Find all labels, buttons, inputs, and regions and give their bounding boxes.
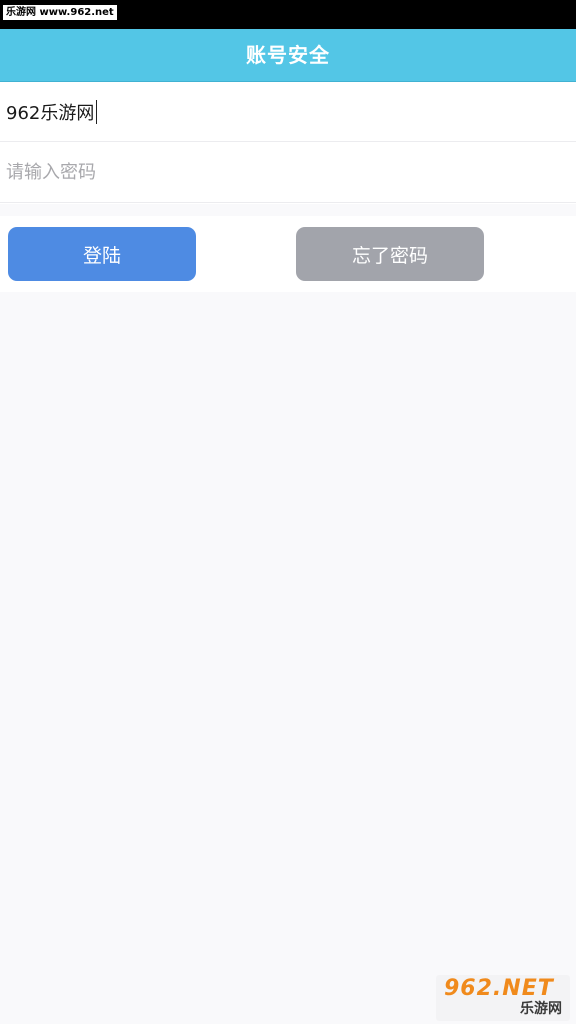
site-logo: 962.NET 乐游网 — [436, 975, 570, 1021]
page-title: 账号安全 — [246, 43, 330, 67]
login-button[interactable]: 登陆 — [8, 227, 196, 281]
logo-main-text: 962.NET — [444, 976, 554, 1001]
password-field — [0, 143, 576, 203]
text-caret — [96, 100, 97, 124]
forgot-password-button[interactable]: 忘了密码 — [296, 227, 484, 281]
button-row: 登陆 忘了密码 — [0, 216, 576, 292]
watermark-top: 乐游网 www.962.net — [3, 5, 117, 20]
logo-sub-text: 乐游网 — [520, 1001, 562, 1017]
login-form — [0, 82, 576, 204]
header-bar: 账号安全 — [0, 29, 576, 82]
username-field — [0, 82, 576, 142]
username-input[interactable] — [6, 82, 566, 141]
password-input[interactable] — [6, 143, 566, 202]
